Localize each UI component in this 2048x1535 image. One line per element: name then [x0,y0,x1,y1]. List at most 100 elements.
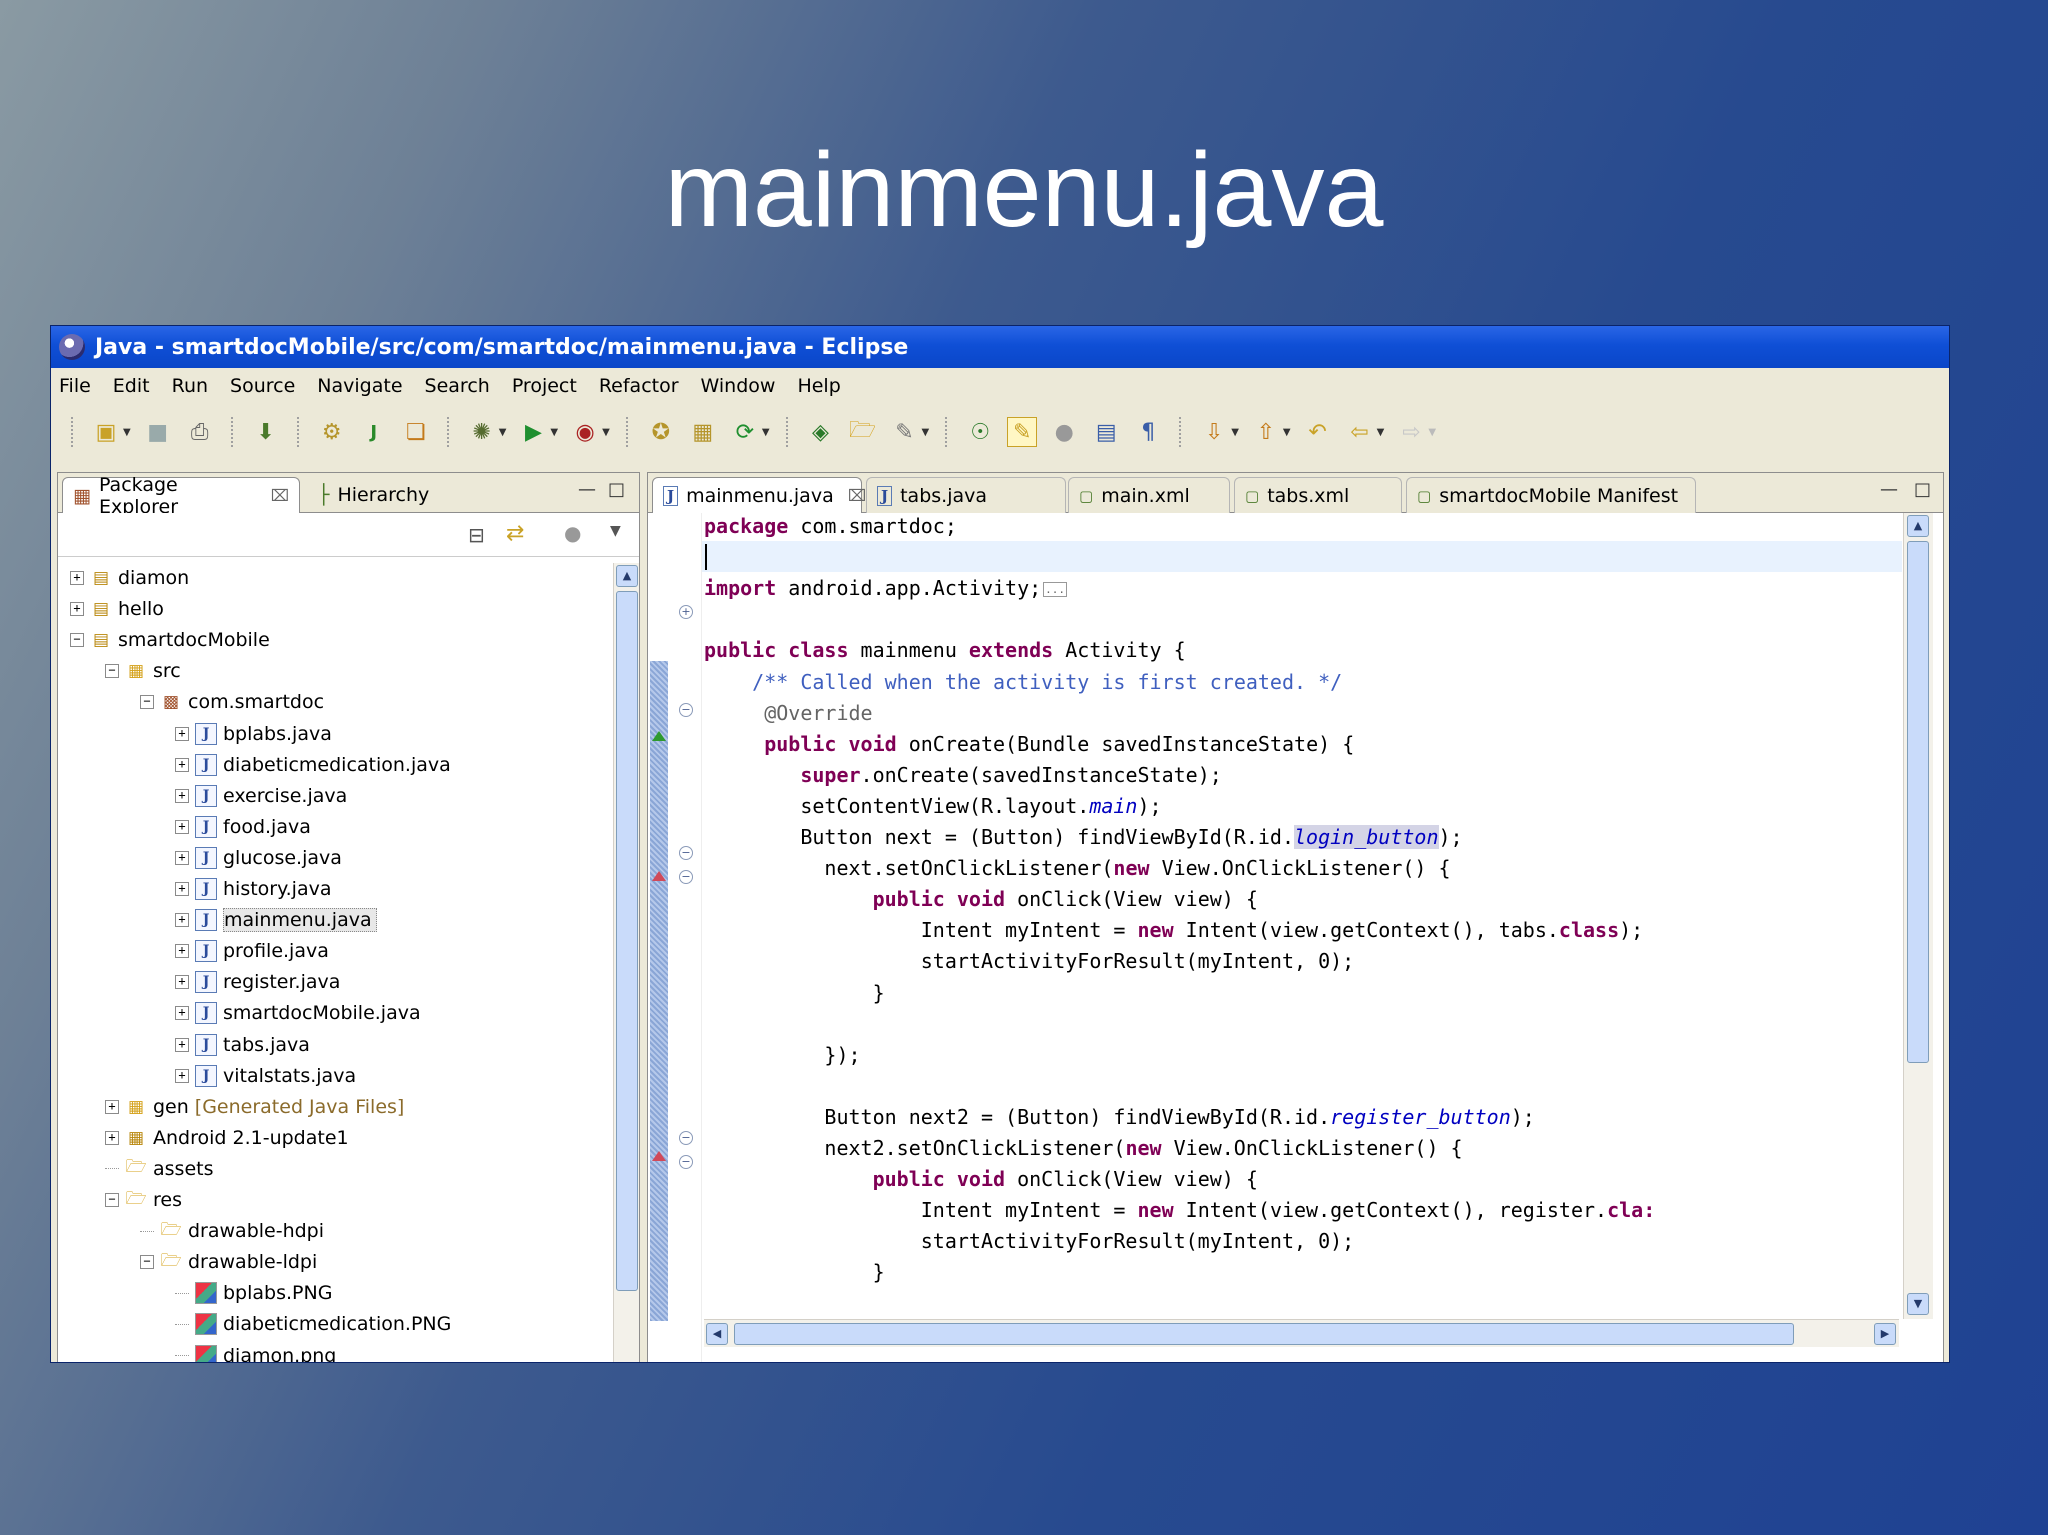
open-folder-icon[interactable]: 🗁 [848,417,878,447]
tree-item[interactable]: + Jvitalstats.java [175,1061,356,1091]
view-menu-icon[interactable]: ▼ [610,523,621,539]
tree-item[interactable]: diabeticmedication.PNG [175,1309,451,1339]
menu-source[interactable]: Source [230,375,295,397]
tree-item[interactable]: + Jexercise.java [175,781,347,811]
editor-tab[interactable]: ▢ smartdocMobile Manifest [1406,477,1696,513]
override-indicator-icon[interactable] [652,731,666,741]
menu-help[interactable]: Help [797,375,840,397]
collapse-fold-icon[interactable]: − [679,1131,693,1145]
menu-search[interactable]: Search [425,375,490,397]
expand-icon[interactable]: + [70,602,84,617]
close-icon[interactable]: ⌧ [271,486,289,505]
new-interface-icon[interactable]: ▦ [688,417,718,447]
menu-file[interactable]: File [59,375,91,397]
collapse-all-icon[interactable]: ⊟ [468,523,485,547]
chevron-down-icon[interactable]: ▼ [1231,427,1239,438]
filters-icon[interactable]: ● [564,521,581,545]
editor-tab[interactable]: Jtabs.java [866,477,1066,513]
expand-icon[interactable]: + [175,850,189,865]
forward-icon[interactable]: ⇨ [1396,417,1426,447]
tree-item[interactable]: + Jhistory.java [175,874,332,904]
tree-item[interactable]: + ▦ Android 2.1-update1 [105,1123,349,1153]
tree-item[interactable]: bplabs.PNG [175,1278,332,1308]
tab-package-explorer[interactable]: ▦ Package Explorer ⌧ [62,474,300,518]
new-java-project-icon[interactable]: ⚙ [317,417,347,447]
editor-vertical-scrollbar[interactable]: ▲ ▼ [1903,513,1933,1319]
paragraph-icon[interactable]: ¶ [1133,417,1163,447]
menu-project[interactable]: Project [512,375,577,397]
maximize-icon[interactable]: □ [1914,479,1931,500]
expand-icon[interactable]: + [175,788,189,803]
tree-item[interactable]: + Jdiabeticmedication.java [175,750,451,780]
collapse-icon[interactable]: − [70,633,84,648]
search-icon[interactable]: ✎ [890,417,920,447]
tree-item[interactable]: − 🗁 drawable-ldpi [140,1247,317,1277]
chevron-down-icon[interactable]: ▼ [1283,427,1291,438]
chevron-down-icon[interactable]: ▼ [922,427,930,438]
scroll-thumb[interactable] [616,591,638,1291]
previous-annotation-icon[interactable]: ⇧ [1251,417,1281,447]
new-package-icon[interactable]: ✪ [646,417,676,447]
tree-item[interactable]: + Jmainmenu.java [175,905,377,935]
expand-icon[interactable]: + [175,944,189,959]
tree-item[interactable]: − ▤ smartdocMobile [70,625,270,655]
minimize-icon[interactable]: — [1880,479,1898,500]
implements-indicator-icon[interactable] [652,871,666,881]
editor-tab[interactable]: ▢ main.xml [1068,477,1230,513]
menu-run[interactable]: Run [172,375,208,397]
chevron-down-icon[interactable]: ▼ [1428,427,1436,438]
chevron-down-icon[interactable]: ▼ [762,427,770,438]
tree-item[interactable]: − ▩ com.smartdoc [140,687,324,717]
tree-vertical-scrollbar[interactable]: ▲ [613,563,639,1362]
expand-icon[interactable]: + [105,1099,119,1114]
expand-fold-icon[interactable]: + [679,605,693,619]
collapse-fold-icon[interactable]: − [679,1155,693,1169]
debug-icon[interactable]: ✺ [467,417,497,447]
scroll-down-button[interactable]: ▼ [1907,1293,1929,1315]
chevron-down-icon[interactable]: ▼ [499,427,507,438]
scroll-up-button[interactable]: ▲ [616,565,638,587]
scroll-thumb[interactable] [1907,541,1929,1063]
expand-icon[interactable]: + [175,819,189,834]
editor-horizontal-scrollbar[interactable]: ◀ ▶ [704,1319,1899,1347]
tree-item[interactable]: 🗁 drawable-hdpi [140,1216,324,1246]
new-icon[interactable]: ▣ [91,417,121,447]
last-edit-location-icon[interactable]: ↶ [1303,417,1333,447]
open-type-icon[interactable]: ◈ [806,417,836,447]
scroll-left-button[interactable]: ◀ [706,1323,728,1345]
expand-icon[interactable]: + [175,975,189,990]
link-with-editor-icon[interactable]: ⇄ [506,521,524,546]
new-class-icon[interactable]: ❏ [401,417,431,447]
tree-item[interactable]: + ▤ hello [70,594,164,624]
window-titlebar[interactable]: Java - smartdocMobile/src/com/smartdoc/m… [51,326,1949,368]
next-annotation-icon[interactable]: ⇩ [1199,417,1229,447]
chevron-down-icon[interactable]: ▼ [550,427,558,438]
new-junit-icon[interactable]: J [359,417,389,447]
scroll-up-button[interactable]: ▲ [1907,515,1929,537]
code-area[interactable]: + − − − − − package com.smartdoc; import … [648,513,1943,1362]
expand-icon[interactable]: + [105,1130,119,1145]
implements-indicator-icon[interactable] [652,1151,666,1161]
tree-item[interactable]: diamon.png [175,1341,336,1362]
minimize-icon[interactable]: — [578,479,596,500]
android-sdk-icon[interactable]: ⬇ [251,417,281,447]
menu-refactor[interactable]: Refactor [599,375,679,397]
expand-icon[interactable]: + [175,1037,189,1052]
scroll-right-button[interactable]: ▶ [1874,1323,1896,1345]
toggle-block-selection-icon[interactable]: ● [1049,417,1079,447]
tree-item[interactable]: − 🗁 res [105,1185,182,1215]
tree-item[interactable]: + Jtabs.java [175,1030,310,1060]
mark-occurrences-icon[interactable]: ✎ [1007,417,1038,447]
back-icon[interactable]: ⇦ [1345,417,1375,447]
collapse-icon[interactable]: − [105,1193,119,1207]
show-whitespace-icon[interactable]: ▤ [1091,417,1121,447]
tree-item[interactable]: + ▦ gen [Generated Java Files] [105,1092,404,1122]
collapse-fold-icon[interactable]: − [679,846,693,860]
expand-icon[interactable]: + [175,757,189,772]
save-icon[interactable]: ■ [143,417,173,447]
tree-item[interactable]: − ▦ src [105,656,181,686]
refresh-icon[interactable]: ⟳ [730,417,760,447]
tree-item[interactable]: + Jbplabs.java [175,719,332,749]
toggle-breadcrumb-icon[interactable]: ☉ [965,417,995,447]
tree-item[interactable]: + Jglucose.java [175,843,342,873]
